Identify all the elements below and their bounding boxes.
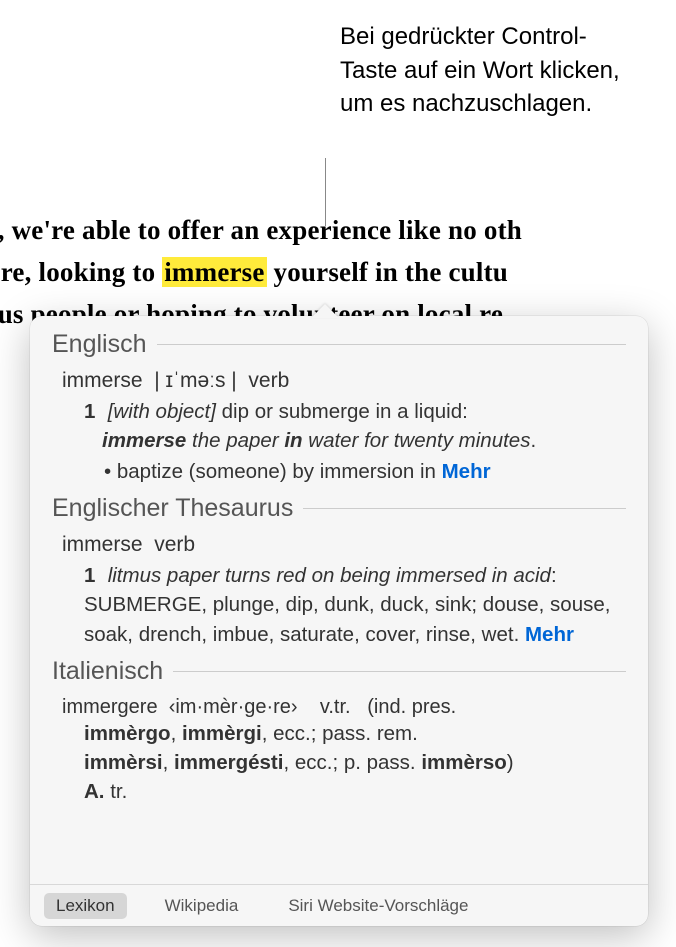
tab-wikipedia[interactable]: Wikipedia xyxy=(153,893,251,919)
section-title-thesaurus: Englischer Thesaurus xyxy=(52,494,626,523)
english-more-link[interactable]: Mehr xyxy=(442,460,491,483)
english-example-word2: in xyxy=(284,429,302,452)
italian-forms-c: ecc.; pass. rem. xyxy=(273,722,418,745)
popover-scroll-content[interactable]: Englisch immerse | ɪˈməːs | verb 1 [with… xyxy=(30,316,648,884)
highlighted-word[interactable]: immerse xyxy=(162,257,266,287)
bg-line2b: yourself in the cultu xyxy=(267,257,508,287)
section-title-english-label: Englisch xyxy=(52,330,147,359)
italian-forms-end: ) xyxy=(507,751,514,774)
english-sub-text: baptize (someone) by immersion in xyxy=(117,460,436,483)
italian-syllables: ‹im·mèr·ge·re› xyxy=(169,696,298,718)
english-entry-head: immerse | ɪˈməːs | verb xyxy=(62,369,626,393)
english-qualifier: [with object] xyxy=(108,400,216,423)
english-example-mid: the paper xyxy=(186,429,284,452)
english-definition: 1 [with object] dip or submerge in a liq… xyxy=(84,397,626,486)
english-example-post: water for twenty minutes xyxy=(303,429,531,452)
english-subdefinition: baptize (someone) by immersion in Mehr xyxy=(104,457,626,486)
italian-form-d1: immèrsi xyxy=(84,751,163,774)
english-pronunciation: | ɪˈməːs | xyxy=(154,369,237,392)
italian-sense-pos: tr. xyxy=(110,780,127,803)
english-headword: immerse xyxy=(62,369,143,392)
english-example-end: . xyxy=(530,429,536,452)
lookup-popover: Englisch immerse | ɪˈməːs | verb 1 [with… xyxy=(30,316,648,926)
section-title-italian-label: Italienisch xyxy=(52,657,163,686)
thesaurus-more-link[interactable]: Mehr xyxy=(525,623,574,646)
thesaurus-sentence: litmus paper turns red on being immersed… xyxy=(108,564,551,587)
italian-headword: immergere xyxy=(62,696,158,718)
thesaurus-pos: verb xyxy=(154,533,195,556)
italian-pos: v.tr. xyxy=(320,696,351,718)
italian-forms-e: ecc.; p. pass. xyxy=(295,751,416,774)
tab-lexikon[interactable]: Lexikon xyxy=(44,893,127,919)
section-title-english: Englisch xyxy=(52,330,626,359)
thesaurus-lead-synonym: SUBMERGE xyxy=(84,593,201,616)
popover-tab-bar: Lexikon Wikipedia Siri Website-Vorschläg… xyxy=(30,884,648,926)
thesaurus-def-num: 1 xyxy=(84,561,102,590)
bg-line2a: dventure, looking to xyxy=(0,257,162,287)
english-def-num: 1 xyxy=(84,397,102,426)
italian-form-d2: immergésti xyxy=(174,751,283,774)
tab-siri-suggestions[interactable]: Siri Website-Vorschläge xyxy=(276,893,480,919)
italian-form-f: immèrso xyxy=(421,751,506,774)
bg-line1: ckages, we're able to offer an experienc… xyxy=(0,215,522,245)
italian-sense-label: A. xyxy=(84,780,105,803)
english-example-word1: immerse xyxy=(102,429,186,452)
callout-annotation: Bei gedrückter Control-Taste auf ein Wor… xyxy=(340,20,640,121)
thesaurus-headword: immerse xyxy=(62,533,143,556)
thesaurus-definition: 1 litmus paper turns red on being immers… xyxy=(84,561,626,648)
italian-forms-a: (ind. pres. xyxy=(367,696,456,718)
italian-form-b1: immèrgo xyxy=(84,722,171,745)
english-def-text: dip or submerge in a liquid: xyxy=(222,400,468,423)
section-title-italian: Italienisch xyxy=(52,657,626,686)
english-pos: verb xyxy=(248,369,289,392)
italian-entry-head: immergere ‹im·mèr·ge·re› v.tr. (ind. pre… xyxy=(62,696,626,719)
italian-form-b2: immèrgi xyxy=(182,722,262,745)
section-title-thesaurus-label: Englischer Thesaurus xyxy=(52,494,293,523)
thesaurus-entry-head: immerse verb xyxy=(62,533,626,557)
italian-forms: immèrgo, immèrgi, ecc.; pass. rem. immèr… xyxy=(84,719,626,806)
